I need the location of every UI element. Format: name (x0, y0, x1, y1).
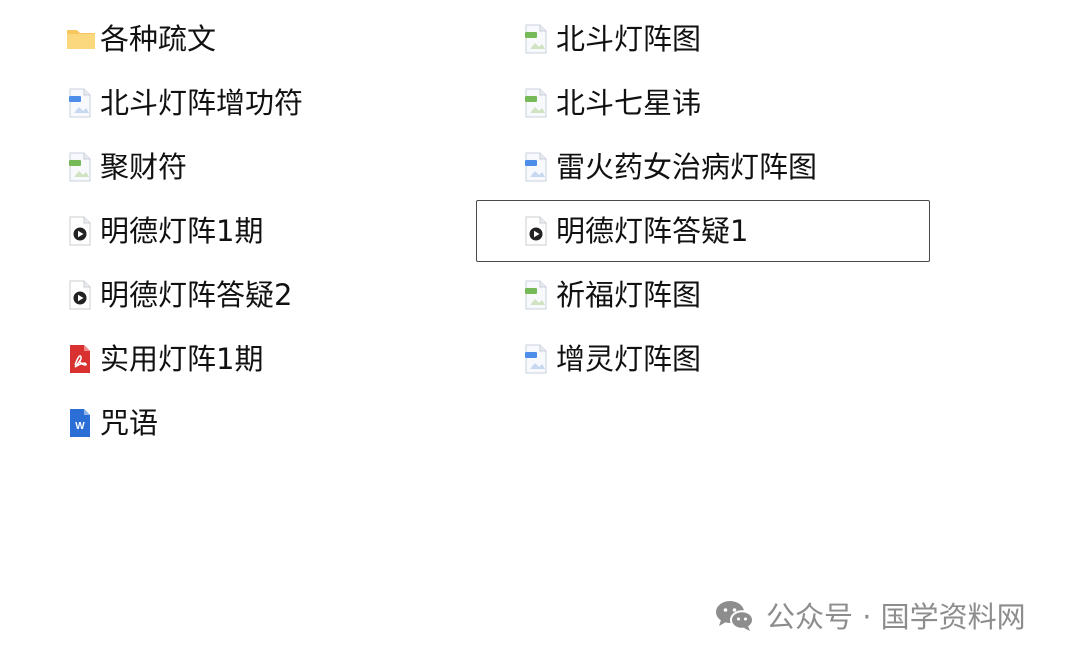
file-name: 北斗七星讳 (556, 86, 702, 120)
file-name: 雷火药女治病灯阵图 (556, 150, 818, 184)
file-item[interactable]: 北斗七星讳 (522, 72, 974, 134)
file-name: 聚财符 (100, 150, 188, 184)
folder-icon (66, 24, 96, 54)
file-name: 祈福灯阵图 (556, 278, 702, 312)
pdf-file-icon (66, 344, 96, 374)
jpg-image-icon (522, 152, 552, 182)
file-item[interactable]: 北斗灯阵图 (522, 8, 974, 70)
file-name: 明德灯阵1期 (100, 214, 264, 248)
file-item[interactable]: 祈福灯阵图 (522, 264, 974, 326)
file-column-right: 北斗灯阵图北斗七星讳雷火药女治病灯阵图 明德灯阵答疑1 祈福灯阵图增灵灯阵图 (476, 8, 974, 392)
file-name: 咒语 (100, 406, 159, 440)
file-name: 北斗灯阵图 (556, 22, 702, 56)
watermark-text: 公众号 · 国学资料网 (766, 600, 1026, 634)
file-item[interactable]: 明德灯阵1期 (66, 200, 466, 262)
file-item[interactable]: 增灵灯阵图 (522, 328, 974, 390)
file-column-left: 各种疏文北斗灯阵增功符 聚财符明德灯阵1期 明德灯阵答疑2 实用灯阵1期 W 咒语 (66, 8, 466, 456)
jpg-image-icon (522, 344, 552, 374)
file-item[interactable]: 雷火药女治病灯阵图 (522, 136, 974, 198)
svg-text:W: W (75, 421, 85, 432)
png-image-icon (522, 88, 552, 118)
word-document-icon: W (66, 408, 96, 438)
file-name: 增灵灯阵图 (556, 342, 702, 376)
video-file-icon (66, 216, 96, 246)
video-file-icon (522, 216, 552, 246)
file-item[interactable]: 聚财符 (66, 136, 466, 198)
file-item[interactable]: 明德灯阵答疑2 (66, 264, 466, 326)
file-item[interactable]: 明德灯阵答疑1 (476, 200, 974, 262)
file-item[interactable]: W 咒语 (66, 392, 466, 454)
file-name: 实用灯阵1期 (100, 342, 264, 376)
wechat-icon (716, 601, 754, 631)
video-file-icon (66, 280, 96, 310)
file-item[interactable]: 实用灯阵1期 (66, 328, 466, 390)
png-image-icon (522, 280, 552, 310)
file-name: 北斗灯阵增功符 (100, 86, 304, 120)
file-name: 各种疏文 (100, 22, 217, 56)
png-image-icon (522, 24, 552, 54)
png-image-icon (66, 152, 96, 182)
file-item[interactable]: 各种疏文 (66, 8, 466, 70)
watermark: 公众号 · 国学资料网 (714, 594, 1026, 636)
file-list: 各种疏文北斗灯阵增功符 聚财符明德灯阵1期 明德灯阵答疑2 实用灯阵1期 W 咒语 北斗灯… (0, 0, 1080, 460)
file-name: 明德灯阵答疑2 (100, 278, 293, 312)
file-name: 明德灯阵答疑1 (556, 214, 749, 248)
jpg-image-icon (66, 88, 96, 118)
file-item[interactable]: 北斗灯阵增功符 (66, 72, 466, 134)
